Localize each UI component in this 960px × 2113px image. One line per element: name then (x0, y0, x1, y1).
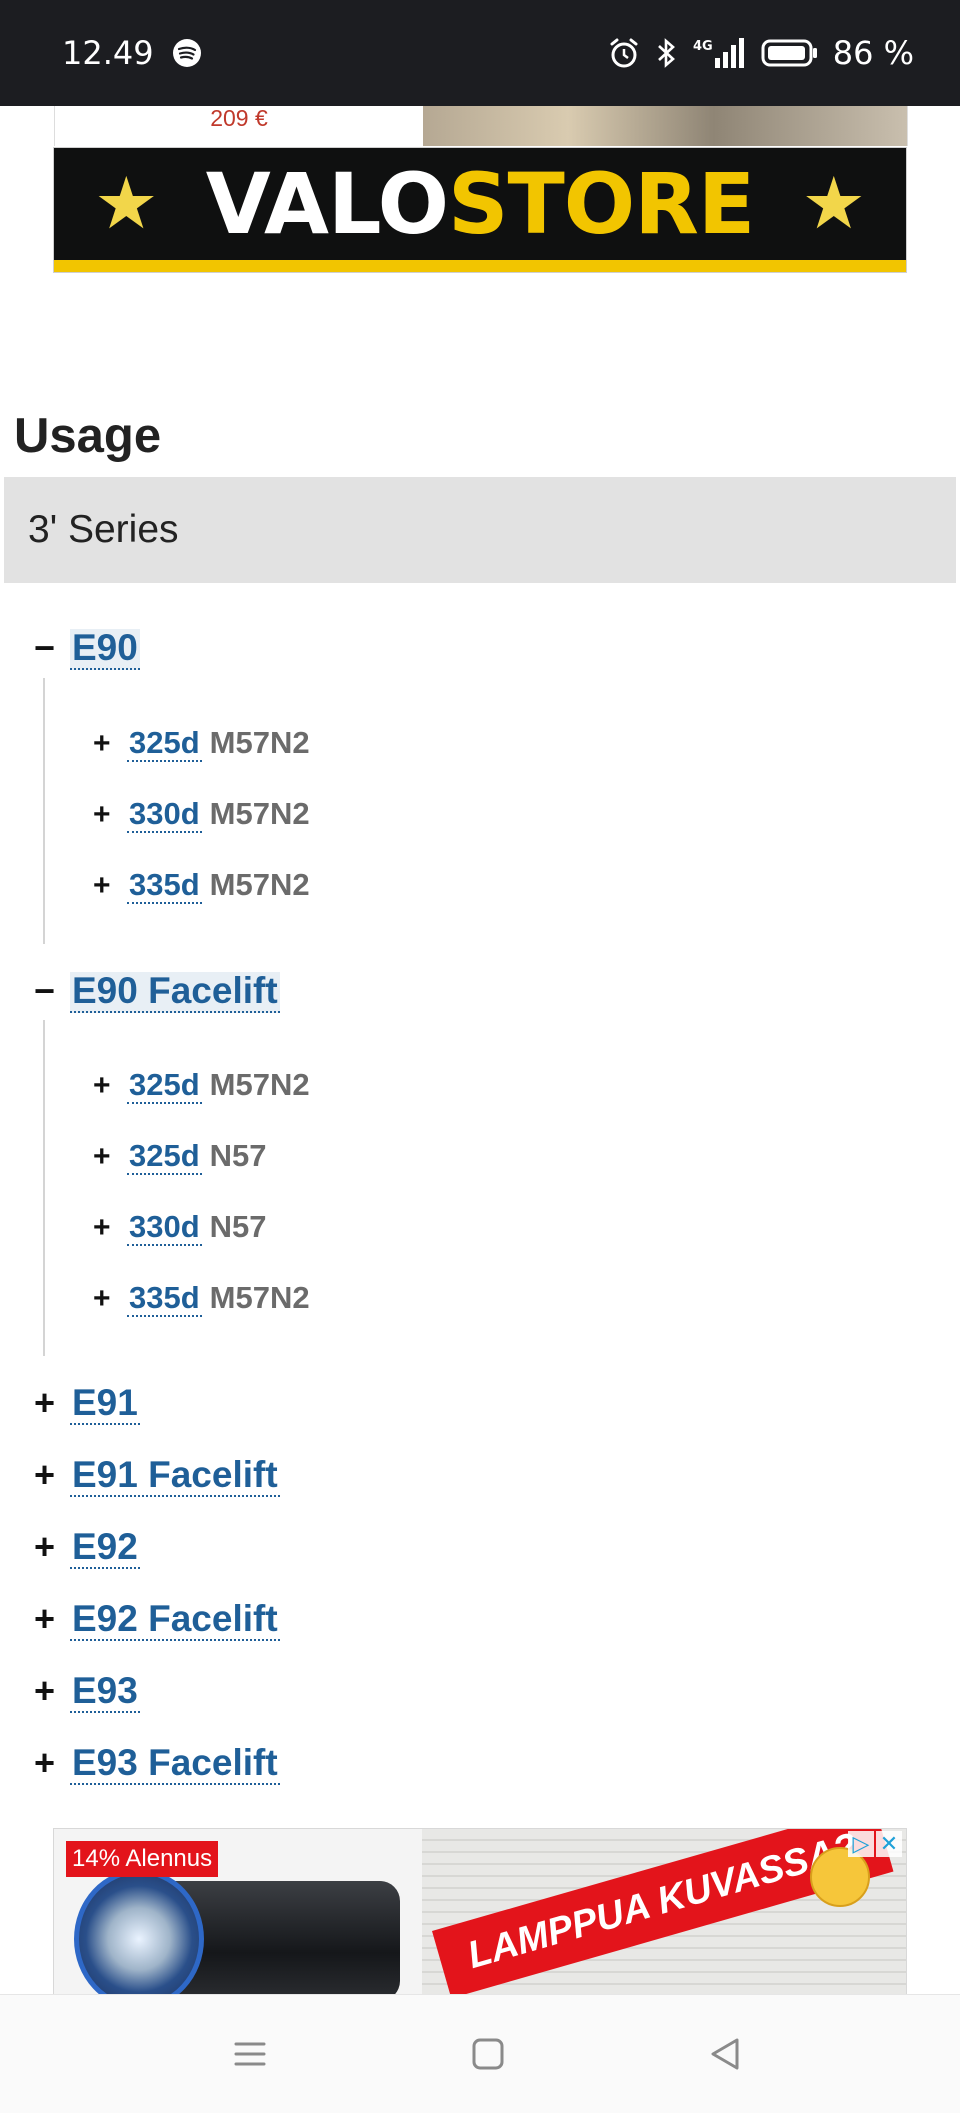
tree-leaf: + 325d N57 (93, 1138, 267, 1175)
tree-leaf: + 335d M57N2 (93, 867, 310, 904)
tree-leaf: + 335d M57N2 (93, 1280, 310, 1317)
status-bar: 12.49 4G 86 % (0, 0, 960, 106)
adchoices-icon[interactable]: ▷ (848, 1831, 874, 1857)
alarm-icon (607, 36, 641, 70)
section-heading: Usage (14, 409, 162, 463)
ad-photo: LAMPPUA KUVASSA? ▷ ✕ (422, 1829, 906, 1994)
tree-node: + E91 Facelift (34, 1454, 280, 1497)
engine-code: M57N2 (209, 867, 310, 902)
link-e93-facelift[interactable]: E93 Facelift (70, 1743, 280, 1785)
series-header: 3' Series (4, 477, 956, 583)
battery-percent: 86 % (832, 34, 914, 72)
home-icon[interactable] (463, 2029, 513, 2079)
tree-leaf: + 330d N57 (93, 1209, 267, 1246)
link-model[interactable]: 330d (127, 797, 202, 833)
expand-toggle[interactable]: + (93, 1211, 127, 1245)
ad-image (423, 106, 907, 146)
engine-code: M57N2 (209, 796, 310, 831)
collapse-toggle[interactable]: − (34, 627, 70, 669)
link-e91-facelift[interactable]: E91 Facelift (70, 1455, 280, 1497)
expand-toggle[interactable]: + (93, 727, 127, 761)
expand-toggle[interactable]: + (34, 1526, 70, 1568)
expand-toggle[interactable]: + (93, 1282, 127, 1316)
expand-toggle[interactable]: + (93, 869, 127, 903)
expand-toggle[interactable]: + (93, 1140, 127, 1174)
spotify-icon (172, 38, 202, 68)
engine-code: M57N2 (209, 1280, 310, 1315)
valostore-banner[interactable]: ★ VALOSTORE ★ (54, 148, 906, 272)
link-e90[interactable]: E90 (70, 628, 140, 670)
tree-line (43, 1020, 45, 1356)
expand-toggle[interactable]: + (34, 1598, 70, 1640)
tree-leaf: + 325d M57N2 (93, 725, 310, 762)
expand-toggle[interactable]: + (34, 1454, 70, 1496)
series-label: 3' Series (28, 508, 179, 551)
battery-icon (761, 37, 819, 69)
link-e91[interactable]: E91 (70, 1383, 140, 1425)
expand-toggle[interactable]: + (93, 798, 127, 832)
star-icon: ★ (801, 164, 866, 244)
expand-toggle[interactable]: + (34, 1670, 70, 1712)
link-model[interactable]: 325d (127, 1139, 202, 1175)
link-model[interactable]: 325d (127, 1068, 202, 1104)
star-icon: ★ (94, 164, 159, 244)
tree-node: + E93 Facelift (34, 1742, 280, 1785)
link-e93[interactable]: E93 (70, 1671, 140, 1713)
engine-code: M57N2 (209, 725, 310, 760)
tree-node: + E91 (34, 1382, 140, 1425)
menu-icon[interactable] (225, 2029, 275, 2079)
clock: 12.49 (62, 34, 154, 72)
tree-node-e90: − E90 (34, 627, 140, 670)
ad-controls: ▷ ✕ (848, 1831, 902, 1857)
tree-leaf: + 330d M57N2 (93, 796, 310, 833)
tree-node: + E93 (34, 1670, 140, 1713)
link-model[interactable]: 325d (127, 726, 202, 762)
close-icon[interactable]: ✕ (876, 1831, 902, 1857)
tree-leaf: + 325d M57N2 (93, 1067, 310, 1104)
link-e92[interactable]: E92 (70, 1527, 140, 1569)
expand-toggle[interactable]: + (34, 1382, 70, 1424)
tree-line (43, 678, 45, 944)
network-label: 4G (693, 39, 713, 54)
ad-price: 209 € (210, 105, 268, 131)
engine-code: N57 (209, 1209, 267, 1244)
expand-toggle[interactable]: + (34, 1742, 70, 1784)
system-nav-bar (0, 1994, 960, 2113)
link-model[interactable]: 330d (127, 1210, 202, 1246)
link-e90-facelift[interactable]: E90 Facelift (70, 971, 280, 1013)
signal-icon: 4G (691, 36, 747, 70)
engine-code: M57N2 (209, 1067, 310, 1102)
link-model[interactable]: 335d (127, 868, 202, 904)
collapse-toggle[interactable]: − (34, 970, 70, 1012)
back-icon[interactable] (700, 2029, 750, 2079)
link-e92-facelift[interactable]: E92 Facelift (70, 1599, 280, 1641)
tree-node: + E92 Facelift (34, 1598, 280, 1641)
valostore-logo: VALOSTORE (205, 155, 756, 253)
top-ad[interactable]: 209 € (54, 106, 908, 146)
bluetooth-icon (655, 36, 677, 70)
tree-node: + E92 (34, 1526, 140, 1569)
expand-toggle[interactable]: + (93, 1069, 127, 1103)
bottom-ad[interactable]: 14% Alennus LAMPPUA KUVASSA? ▷ ✕ (54, 1829, 906, 1994)
tree-node-e90-facelift: − E90 Facelift (34, 970, 280, 1013)
link-model[interactable]: 335d (127, 1281, 202, 1317)
discount-badge: 14% Alennus (66, 1841, 219, 1877)
engine-code: N57 (209, 1138, 267, 1173)
ad-product-image: 14% Alennus (54, 1829, 422, 1994)
